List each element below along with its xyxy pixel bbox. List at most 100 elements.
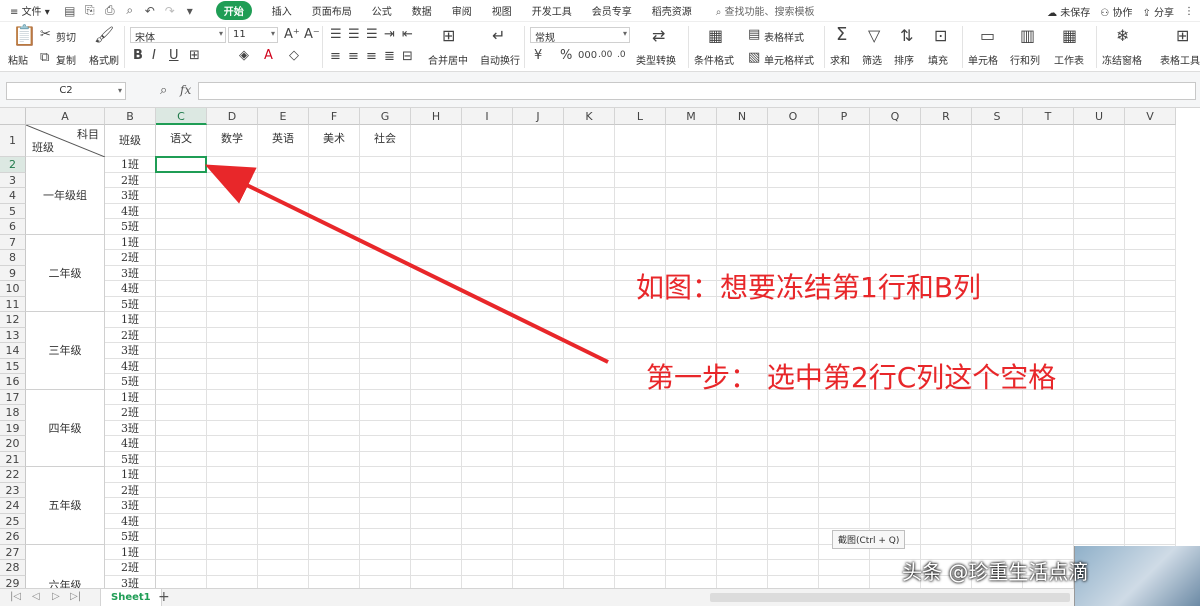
grid-cell[interactable]	[258, 529, 309, 545]
decrease-decimal-icon[interactable]: .0	[617, 49, 626, 62]
grid-cell[interactable]	[258, 467, 309, 483]
grid-cell[interactable]	[717, 312, 768, 328]
grid-cell[interactable]	[564, 575, 615, 588]
grid-cell[interactable]	[411, 234, 462, 250]
grid-cell[interactable]	[1125, 203, 1176, 219]
increase-font-icon[interactable]: A⁺	[284, 28, 300, 41]
grid-cell[interactable]	[768, 451, 819, 467]
grid-cell[interactable]	[1023, 265, 1074, 281]
grid-cell[interactable]	[411, 482, 462, 498]
row-header[interactable]: 17	[0, 389, 26, 405]
grid-cell[interactable]	[309, 358, 360, 374]
decrease-font-icon[interactable]: A⁻	[304, 28, 320, 41]
grid-cell[interactable]	[156, 281, 207, 297]
grid-cell[interactable]	[513, 420, 564, 436]
grid-cell[interactable]	[309, 529, 360, 545]
grid-cell[interactable]	[717, 420, 768, 436]
grid-cell[interactable]	[1125, 250, 1176, 266]
grid-cell[interactable]	[564, 482, 615, 498]
grid-cell[interactable]	[666, 451, 717, 467]
grid-cell[interactable]	[411, 451, 462, 467]
grid-cell[interactable]	[564, 498, 615, 514]
type-convert-button[interactable]: 类型转换	[636, 52, 676, 67]
grid-cell[interactable]	[1074, 358, 1125, 374]
grid-cell[interactable]	[1074, 203, 1125, 219]
grid-cell[interactable]	[411, 544, 462, 560]
grid-cell[interactable]	[411, 343, 462, 359]
align-right-icon[interactable]: ≡	[366, 50, 377, 63]
grid-cell[interactable]	[564, 327, 615, 343]
grid-cell[interactable]	[921, 467, 972, 483]
column-header[interactable]: E	[258, 108, 309, 125]
grid-cell[interactable]	[462, 250, 513, 266]
class-cell[interactable]: 5班	[105, 529, 156, 545]
grid-cell[interactable]	[1125, 482, 1176, 498]
grid-cell[interactable]	[666, 327, 717, 343]
column-header[interactable]: H	[411, 108, 462, 125]
grid-cell[interactable]	[411, 327, 462, 343]
grid-cell[interactable]	[870, 219, 921, 235]
grid-cell[interactable]	[768, 529, 819, 545]
grid-cell[interactable]	[411, 358, 462, 374]
grid-cell[interactable]	[156, 219, 207, 235]
grid-cell[interactable]	[462, 420, 513, 436]
grid-cell[interactable]	[564, 544, 615, 560]
grid-cell[interactable]	[360, 296, 411, 312]
grid-cell[interactable]	[513, 436, 564, 452]
grid-cell[interactable]	[309, 203, 360, 219]
class-cell[interactable]: 1班	[105, 157, 156, 173]
grid-cell[interactable]	[1125, 420, 1176, 436]
grid-cell[interactable]	[1074, 389, 1125, 405]
grid-cell[interactable]	[462, 281, 513, 297]
grid-cell[interactable]	[1023, 498, 1074, 514]
grid-cell[interactable]	[513, 125, 564, 157]
grid-cell[interactable]	[768, 513, 819, 529]
worksheet-button[interactable]: 工作表	[1054, 52, 1084, 67]
grid-cell[interactable]	[717, 203, 768, 219]
grid-cell[interactable]	[1023, 436, 1074, 452]
paste-button[interactable]: 粘贴	[8, 52, 28, 67]
class-cell[interactable]: 5班	[105, 451, 156, 467]
grid-cell[interactable]	[972, 172, 1023, 188]
grid-cell[interactable]	[819, 157, 870, 173]
grid-cell[interactable]	[972, 188, 1023, 204]
grid-cell[interactable]	[870, 203, 921, 219]
grid-cell[interactable]	[870, 513, 921, 529]
align-top-icon[interactable]: ☰	[330, 28, 342, 41]
grid-cell[interactable]	[513, 358, 564, 374]
row-header[interactable]: 18	[0, 405, 26, 421]
distributed-icon[interactable]: ⊟	[402, 50, 413, 63]
grid-cell[interactable]	[819, 250, 870, 266]
grid-cell[interactable]	[462, 296, 513, 312]
sort-button[interactable]: 排序	[894, 52, 914, 67]
grid-cell[interactable]	[360, 498, 411, 514]
grid-cell[interactable]	[1125, 343, 1176, 359]
row-header[interactable]: 22	[0, 467, 26, 483]
justify-icon[interactable]: ≣	[384, 50, 395, 63]
grid-cell[interactable]	[258, 498, 309, 514]
row-header[interactable]: 24	[0, 498, 26, 514]
class-cell[interactable]: 3班	[105, 265, 156, 281]
class-cell[interactable]: 2班	[105, 327, 156, 343]
grid-cell[interactable]	[870, 157, 921, 173]
grid-cell[interactable]	[411, 389, 462, 405]
grid-cell[interactable]	[462, 172, 513, 188]
grid-cell[interactable]	[156, 544, 207, 560]
grid-cell[interactable]	[1074, 513, 1125, 529]
grid-cell[interactable]	[360, 188, 411, 204]
grid-cell[interactable]	[564, 265, 615, 281]
grid-cell[interactable]	[666, 125, 717, 157]
grid-cell[interactable]	[462, 405, 513, 421]
grid-cell[interactable]	[156, 312, 207, 328]
export-icon[interactable]: ⎘	[82, 3, 98, 18]
grid-cell[interactable]	[921, 125, 972, 157]
row-header[interactable]: 4	[0, 188, 26, 204]
grid-cell[interactable]	[309, 343, 360, 359]
grid-cell[interactable]	[462, 389, 513, 405]
grid-cell[interactable]	[666, 575, 717, 588]
grid-cell[interactable]	[309, 436, 360, 452]
currency-icon[interactable]: ¥	[534, 49, 542, 62]
grid-cell[interactable]	[615, 560, 666, 576]
grade-group-cell[interactable]: 一年级组	[26, 157, 105, 235]
grid-cell[interactable]	[870, 498, 921, 514]
